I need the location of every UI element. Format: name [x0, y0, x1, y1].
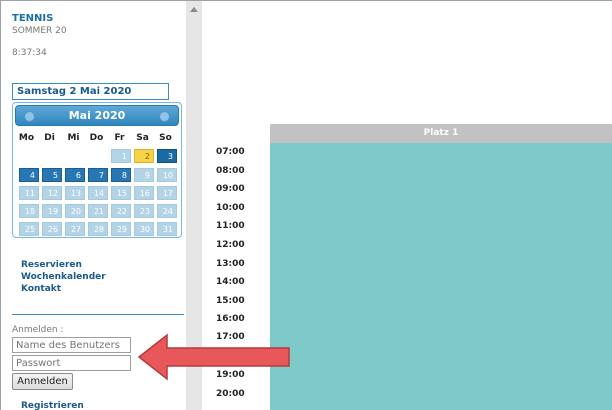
- calendar-header: Mai 2020: [15, 105, 179, 126]
- calendar-day: 11: [19, 186, 39, 200]
- calendar-day: 27: [65, 222, 85, 236]
- calendar-day: 24: [157, 204, 177, 218]
- time-label: 15:00: [216, 296, 245, 306]
- time-label: 20:00: [216, 389, 245, 399]
- time-label: 13:00: [216, 259, 245, 269]
- scroll-up-icon[interactable]: [190, 7, 198, 12]
- login-button[interactable]: Anmelden: [12, 373, 73, 390]
- selected-date-field[interactable]: Samstag 2 Mai 2020: [12, 83, 169, 100]
- calendar-day-today[interactable]: 2: [134, 149, 154, 163]
- court-header: Platz 1: [270, 124, 612, 143]
- calendar-day: 10: [157, 168, 177, 182]
- calendar-day[interactable]: 4: [19, 168, 39, 182]
- divider: [12, 314, 184, 315]
- calendar-day: 30: [134, 222, 154, 236]
- arrow-shape: [137, 333, 290, 381]
- calendar-day[interactable]: 5: [42, 168, 62, 182]
- time-label: 10:00: [216, 203, 245, 213]
- register-link[interactable]: Registrieren: [21, 401, 84, 410]
- username-field[interactable]: [12, 337, 131, 353]
- nav-links: Reservieren Wochenkalender Kontakt: [21, 259, 106, 295]
- calendar-day: 1: [111, 149, 131, 163]
- weekday-label: Mi: [67, 133, 80, 143]
- date-picker: Mai 2020 Mo Di Mi Do Fr Sa So 1 2 3 4 5 …: [12, 102, 182, 238]
- nav-link-reservieren[interactable]: Reservieren: [21, 259, 106, 271]
- next-month-icon[interactable]: [159, 111, 170, 122]
- time-label: 12:00: [216, 240, 245, 250]
- calendar-day: 18: [19, 204, 39, 218]
- calendar-day: 29: [111, 222, 131, 236]
- calendar-day: 31: [157, 222, 177, 236]
- calendar-day: 12: [42, 186, 62, 200]
- time-label: 11:00: [216, 221, 245, 231]
- calendar-day: 19: [42, 204, 62, 218]
- weekday-label: Di: [44, 133, 55, 143]
- login-label: Anmelden :: [12, 325, 64, 335]
- time-label: 14:00: [216, 277, 245, 287]
- password-field[interactable]: [12, 355, 131, 371]
- season-label: SOMMER 20: [12, 26, 67, 36]
- calendar-month-title: Mai 2020: [68, 109, 126, 122]
- time-label: 07:00: [216, 147, 245, 157]
- calendar-day: 22: [111, 204, 131, 218]
- calendar-day: 17: [157, 186, 177, 200]
- weekday-label: Mo: [18, 133, 35, 143]
- weekday-label: Fr: [114, 133, 125, 143]
- calendar-day: 13: [65, 186, 85, 200]
- calendar-day: 28: [88, 222, 108, 236]
- calendar-day: 23: [134, 204, 154, 218]
- time-label: 09:00: [216, 184, 245, 194]
- court-timeslots[interactable]: [270, 143, 612, 410]
- weekday-label: So: [159, 133, 172, 143]
- calendar-day[interactable]: 3: [157, 149, 177, 163]
- calendar-day[interactable]: 7: [88, 168, 108, 182]
- nav-link-wochenkalender[interactable]: Wochenkalender: [21, 271, 106, 283]
- nav-link-kontakt[interactable]: Kontakt: [21, 283, 106, 295]
- calendar-day: 25: [19, 222, 39, 236]
- calendar-day: 21: [88, 204, 108, 218]
- calendar-day: 15: [111, 186, 131, 200]
- calendar-day: 26: [42, 222, 62, 236]
- calendar-day: 16: [134, 186, 154, 200]
- weekday-label: Do: [89, 133, 104, 143]
- calendar-day: 9: [134, 168, 154, 182]
- calendar-day: 14: [88, 186, 108, 200]
- calendar-day: 20: [65, 204, 85, 218]
- weekday-label: Sa: [136, 133, 149, 143]
- club-name: TENNIS: [12, 13, 54, 24]
- calendar-day[interactable]: 8: [111, 168, 131, 182]
- time-label: 08:00: [216, 166, 245, 176]
- calendar-day[interactable]: 6: [65, 168, 85, 182]
- annotation-arrow-icon: [137, 333, 290, 381]
- clock: 8:37:34: [12, 48, 47, 58]
- time-label: 16:00: [216, 314, 245, 324]
